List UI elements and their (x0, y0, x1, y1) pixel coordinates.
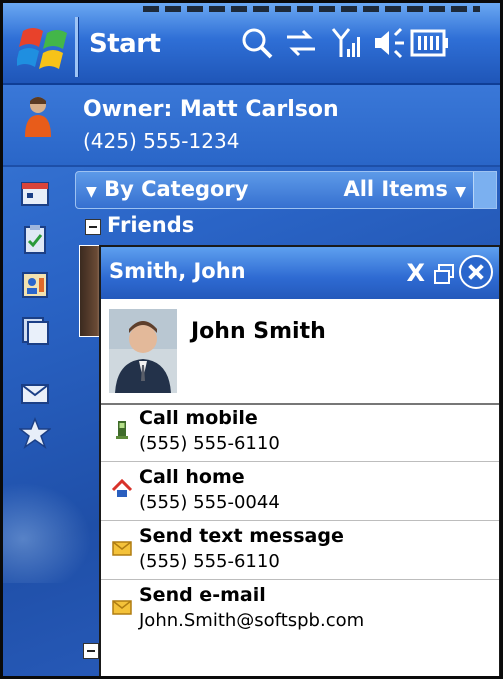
action-label: Call mobile (139, 407, 258, 429)
left-toolbar (3, 167, 65, 676)
battery-icon[interactable] (409, 25, 449, 61)
owner-name: Owner: Matt Carlson (83, 97, 339, 122)
signal-icon[interactable] (329, 25, 365, 61)
contact-name: John Smith (191, 319, 326, 344)
triangle-down-icon: ▼ (86, 184, 97, 200)
category-filter-label: By Category (104, 177, 249, 201)
envelope-icon (112, 600, 132, 615)
owner-phone: (425) 555-1234 (83, 129, 240, 153)
mobile-phone-icon (116, 421, 128, 439)
category-bar: ▼ By Category All Items ▼ (75, 171, 497, 209)
triangle-down-icon: ▼ (455, 184, 466, 200)
connectivity-icon[interactable] (283, 25, 319, 61)
items-filter-label: All Items (343, 177, 448, 201)
collapse-icon[interactable] (85, 219, 101, 235)
title-bar-decoration (143, 6, 480, 12)
group-header-friends[interactable]: Friends (75, 211, 497, 243)
send-text-action[interactable]: Send text message (555) 555-6110 (101, 521, 499, 580)
owner-info[interactable]: Owner: Matt Carlson (425) 555-1234 (3, 85, 500, 167)
call-home-action[interactable]: Call home (555) 555-0044 (101, 462, 499, 521)
notes-icon[interactable] (19, 315, 51, 347)
messaging-icon[interactable] (19, 377, 51, 409)
category-filter-dropdown[interactable]: ▼ By Category (86, 177, 248, 201)
owner-person-icon (25, 97, 51, 137)
title-bar: Start (3, 3, 500, 85)
action-value: John.Smith@softspb.com (139, 610, 365, 631)
tasks-icon[interactable] (19, 223, 51, 255)
action-value: (555) 555-0044 (139, 492, 280, 513)
start-label[interactable]: Start (89, 29, 161, 59)
envelope-icon (112, 541, 132, 556)
volume-icon[interactable] (371, 25, 407, 61)
action-label: Send e-mail (139, 584, 266, 606)
action-value: (555) 555-6110 (139, 433, 280, 454)
contacts-icon[interactable] (19, 269, 51, 301)
items-filter-dropdown[interactable]: All Items ▼ (343, 177, 466, 201)
delete-x-icon[interactable]: X (406, 259, 425, 287)
call-mobile-action[interactable]: Call mobile (555) 555-6110 (101, 403, 499, 462)
close-icon[interactable] (459, 255, 493, 289)
action-label: Send text message (139, 525, 344, 547)
scrollbar-button[interactable] (473, 172, 496, 208)
action-label: Call home (139, 466, 245, 488)
send-email-action[interactable]: Send e-mail John.Smith@softspb.com (101, 580, 499, 638)
home-icon (111, 478, 133, 497)
search-icon[interactable] (239, 25, 275, 61)
restore-window-icon[interactable] (433, 263, 455, 285)
favorites-star-icon[interactable] (19, 417, 51, 449)
title-bar-separator (75, 17, 78, 77)
contact-card: Smith, John X John Smith Call mobile (55… (99, 245, 500, 676)
device-screen: Start Owner: Matt Carlson (425) 555-1234… (0, 0, 503, 679)
collapse-icon[interactable] (83, 643, 99, 659)
windows-flag-icon[interactable] (17, 21, 73, 73)
contact-summary: John Smith (101, 299, 499, 405)
action-value: (555) 555-6110 (139, 551, 280, 572)
contact-card-header: Smith, John X (101, 247, 499, 299)
group-label: Friends (107, 213, 195, 237)
calendar-icon[interactable] (19, 177, 51, 209)
contact-photo (109, 309, 177, 393)
contact-card-title: Smith, John (109, 259, 246, 283)
